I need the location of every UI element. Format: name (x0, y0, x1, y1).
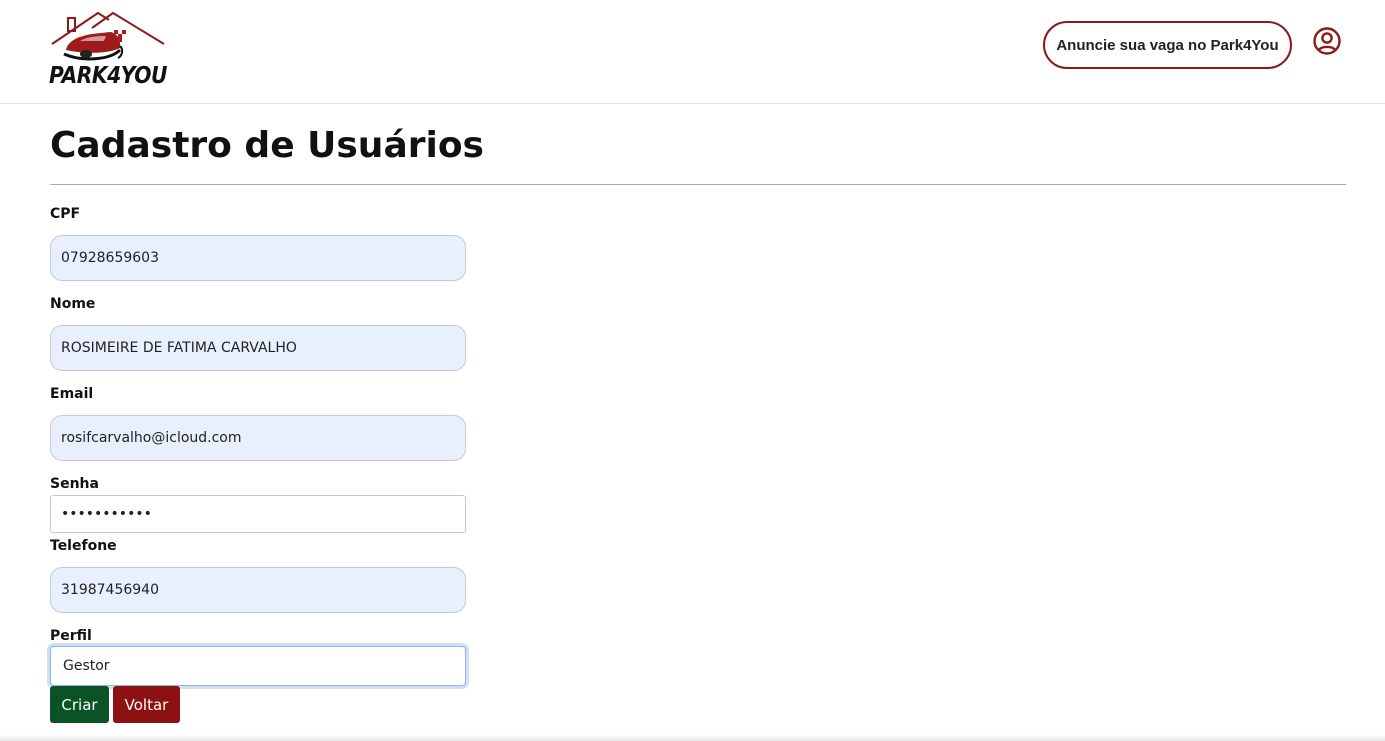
nome-label: Nome (50, 296, 96, 312)
advertise-spot-button[interactable]: Anuncie sua vaga no Park4You (1043, 21, 1292, 69)
park4you-logo[interactable]: PARK4YOU (48, 10, 168, 94)
create-button[interactable]: Criar (50, 686, 109, 723)
telefone-input[interactable] (50, 567, 466, 613)
perfil-label: Perfil (50, 628, 92, 644)
email-label: Email (50, 386, 94, 402)
senha-label: Senha (50, 476, 99, 492)
cpf-label: CPF (50, 206, 81, 222)
email-input[interactable] (50, 415, 466, 461)
telefone-label: Telefone (50, 538, 117, 554)
perfil-input[interactable] (50, 646, 466, 686)
nome-input[interactable] (50, 325, 466, 371)
back-button[interactable]: Voltar (113, 686, 180, 723)
title-divider (50, 184, 1346, 185)
user-circle-icon[interactable] (1312, 26, 1342, 56)
header: PARK4YOU Anuncie sua vaga no Park4You (0, 0, 1385, 104)
bottom-edge (0, 735, 1385, 741)
logo-text: PARK4YOU (49, 63, 168, 89)
senha-input[interactable] (50, 495, 466, 533)
house-car-icon (51, 11, 165, 61)
cpf-input[interactable] (50, 235, 466, 281)
page-title: Cadastro de Usuários (50, 125, 484, 166)
